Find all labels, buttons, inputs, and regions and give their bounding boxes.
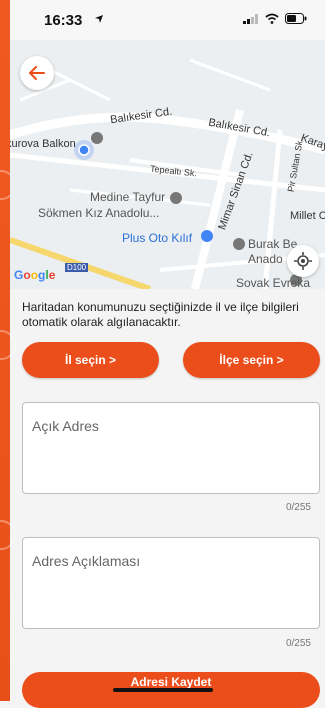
map-label: kurova Balkon [10,138,76,150]
map-label: Sovak Evreka [236,276,311,289]
province-select-button[interactable]: İl seçin > [22,342,159,378]
wifi-icon [265,13,279,24]
map-view[interactable]: kurova Balkon Balıkesir Cd. Balıkesir Cd… [10,40,325,289]
map-label: Plus Oto Kılıf [122,231,193,245]
left-decorative-strip [0,0,16,701]
arrow-left-icon [29,66,45,80]
map-label: Sökmen Kız Anadolu... [38,206,160,220]
location-arrow-icon [95,15,103,23]
open-address-counter: 0/255 [285,502,311,513]
decorative-swirl [0,520,16,550]
save-address-label: Adresi Kaydet [130,675,212,689]
map-label: Burak Be [248,237,298,251]
map-road-badge: D100 [65,263,89,272]
open-address-field[interactable]: Açık Adres [22,402,320,494]
my-location-button[interactable] [287,245,319,277]
info-text: Haritadan konumunuzu seçtiğinizde il ve … [22,300,299,329]
decorative-swirl [0,330,16,360]
open-address-placeholder: Açık Adres [32,418,99,434]
battery-icon [285,13,307,24]
address-description-field[interactable]: Adres Açıklaması [22,537,320,629]
status-bar: 16:33 [10,0,325,40]
google-logo: Google [14,268,56,282]
map-label: Anado [248,252,283,266]
status-time: 16:33 [44,12,83,29]
signal-icon [243,13,258,24]
address-description-placeholder: Adres Açıklaması [32,553,141,569]
map-label: Millet C [290,210,325,222]
home-indicator [113,688,213,692]
map-label: Medine Tayfur [90,190,166,204]
back-button[interactable] [20,56,54,90]
district-select-button[interactable]: İlçe seçin > [183,342,320,378]
address-description-counter: 0/255 [285,638,311,649]
crosshair-icon [294,252,312,270]
